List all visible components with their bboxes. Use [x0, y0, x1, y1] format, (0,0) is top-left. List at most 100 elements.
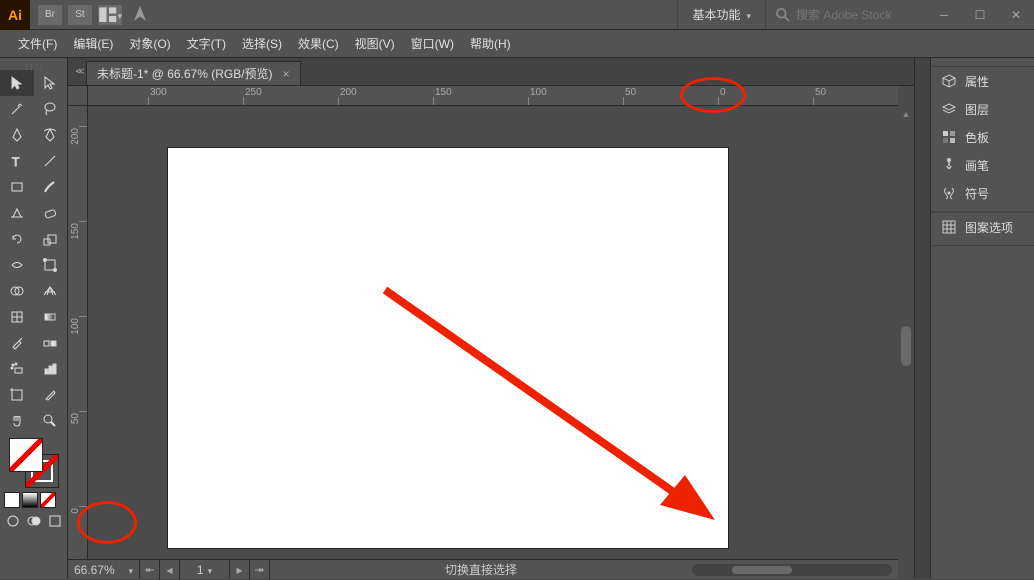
- brush-icon: [941, 157, 957, 173]
- panel-item-label: 图层: [965, 101, 989, 118]
- shape-builder-tool[interactable]: [0, 278, 34, 304]
- artboard[interactable]: [168, 148, 728, 548]
- menu-item[interactable]: 视图(V): [347, 30, 403, 57]
- panel-item-brush[interactable]: 画笔: [931, 151, 1034, 179]
- swatches-icon: [941, 129, 957, 145]
- curvature-tool[interactable]: [34, 122, 68, 148]
- close-button[interactable]: ✕: [998, 0, 1034, 30]
- window-controls: ─ ☐ ✕: [926, 0, 1034, 30]
- search-input[interactable]: [796, 8, 916, 22]
- hand-tool[interactable]: [0, 408, 34, 434]
- bridge-button[interactable]: Br: [38, 5, 62, 25]
- zoom-tool[interactable]: [34, 408, 68, 434]
- rotate-tool[interactable]: [0, 226, 34, 252]
- canvas-viewport[interactable]: [88, 106, 898, 559]
- gradient-tool[interactable]: [34, 304, 68, 330]
- rectangle-tool[interactable]: [0, 174, 34, 200]
- prev-artboard-button[interactable]: ◂: [160, 560, 180, 580]
- stock-button[interactable]: St: [68, 5, 92, 25]
- ruler-origin[interactable]: [68, 86, 88, 106]
- workspace-label: 基本功能: [692, 6, 740, 23]
- tab-close-button[interactable]: ×: [283, 67, 290, 81]
- symbol-sprayer-tool[interactable]: [0, 356, 34, 382]
- zoom-dropdown[interactable]: 66.67%: [68, 560, 140, 579]
- rocket-icon: [128, 3, 152, 27]
- scroll-thumb[interactable]: [732, 566, 792, 574]
- menu-item[interactable]: 选择(S): [234, 30, 290, 57]
- menu-item[interactable]: 对象(O): [121, 30, 178, 57]
- column-graph-tool[interactable]: [34, 356, 68, 382]
- arrange-docs-button[interactable]: [98, 5, 122, 25]
- screen-mode-row: [0, 510, 67, 532]
- scroll-up-arrow[interactable]: ▲: [898, 106, 914, 122]
- magic-wand-tool[interactable]: [0, 96, 34, 122]
- next-artboard-button[interactable]: ▸: [230, 560, 250, 580]
- menu-item[interactable]: 编辑(E): [65, 30, 121, 57]
- screen-mode[interactable]: [46, 512, 63, 530]
- menu-item[interactable]: 效果(C): [290, 30, 347, 57]
- width-tool[interactable]: [0, 252, 34, 278]
- maximize-button[interactable]: ☐: [962, 0, 998, 30]
- menu-item[interactable]: 帮助(H): [462, 30, 519, 57]
- chevron-down-icon: [746, 8, 751, 22]
- main-area: T: [0, 58, 1034, 579]
- color-mode-solid[interactable]: [4, 492, 20, 508]
- menu-item[interactable]: 文件(F): [10, 30, 65, 57]
- layers-icon: [941, 101, 957, 117]
- scale-tool[interactable]: [34, 226, 68, 252]
- panel-item-cube[interactable]: 属性: [931, 67, 1034, 95]
- type-tool[interactable]: T: [0, 148, 34, 174]
- panel-group: 属性图层色板画笔符号: [931, 66, 1034, 212]
- eyedropper-tool[interactable]: [0, 330, 34, 356]
- panel-group: 图案选项: [931, 212, 1034, 246]
- document-tab[interactable]: 未标题-1* @ 66.67% (RGB/预览) ×: [86, 61, 301, 85]
- minimize-button[interactable]: ─: [926, 0, 962, 30]
- last-artboard-button[interactable]: ⯮: [250, 560, 270, 580]
- menu-item[interactable]: 窗口(W): [403, 30, 462, 57]
- paintbrush-tool[interactable]: [34, 174, 68, 200]
- panel-item-label: 图案选项: [965, 219, 1013, 236]
- direct-selection-tool[interactable]: [34, 70, 68, 96]
- free-transform-tool[interactable]: [34, 252, 68, 278]
- pattern-icon: [941, 219, 957, 235]
- panel-item-layers[interactable]: 图层: [931, 95, 1034, 123]
- artboard-number-field[interactable]: 1: [180, 560, 230, 579]
- color-mode-gradient[interactable]: [22, 492, 38, 508]
- horizontal-scrollbar[interactable]: [692, 564, 892, 576]
- eraser-tool[interactable]: [34, 200, 68, 226]
- right-dock-strip[interactable]: [914, 58, 930, 579]
- panel-item-label: 画笔: [965, 157, 989, 174]
- vertical-scrollbar[interactable]: ▲: [898, 106, 914, 559]
- shaper-tool[interactable]: [0, 200, 34, 226]
- panel-item-swatches[interactable]: 色板: [931, 123, 1034, 151]
- lasso-tool[interactable]: [34, 96, 68, 122]
- draw-behind[interactable]: [25, 512, 42, 530]
- document-area: ≪ 未标题-1* @ 66.67% (RGB/预览) × 30025020015…: [68, 58, 914, 579]
- tool-panel: T: [0, 58, 68, 579]
- workspace-dropdown[interactable]: 基本功能: [677, 0, 766, 29]
- panel-grip[interactable]: [931, 58, 1034, 66]
- stock-search[interactable]: [766, 8, 926, 22]
- fill-stroke-indicator[interactable]: [9, 438, 59, 488]
- fill-swatch[interactable]: [9, 438, 43, 472]
- panel-item-symbol[interactable]: 符号: [931, 179, 1034, 207]
- right-panel-stack: 属性图层色板画笔符号 图案选项: [930, 58, 1034, 579]
- pen-tool[interactable]: [0, 122, 34, 148]
- artboard-tool[interactable]: [0, 382, 34, 408]
- perspective-grid-tool[interactable]: [34, 278, 68, 304]
- menu-item[interactable]: 文字(T): [179, 30, 234, 57]
- blend-tool[interactable]: [34, 330, 68, 356]
- selection-tool[interactable]: [0, 70, 34, 96]
- draw-normal[interactable]: [4, 512, 21, 530]
- color-mode-none[interactable]: [40, 492, 56, 508]
- horizontal-ruler[interactable]: 30025020015010050050: [88, 86, 898, 106]
- panel-item-pattern[interactable]: 图案选项: [931, 213, 1034, 241]
- tab-collapse-button[interactable]: ≪: [74, 57, 86, 85]
- first-artboard-button[interactable]: ⯬: [140, 560, 160, 580]
- slice-tool[interactable]: [34, 382, 68, 408]
- panel-item-label: 色板: [965, 129, 989, 146]
- scroll-thumb[interactable]: [901, 326, 911, 366]
- vertical-ruler[interactable]: 200150100500: [68, 106, 88, 559]
- mesh-tool[interactable]: [0, 304, 34, 330]
- line-tool[interactable]: [34, 148, 68, 174]
